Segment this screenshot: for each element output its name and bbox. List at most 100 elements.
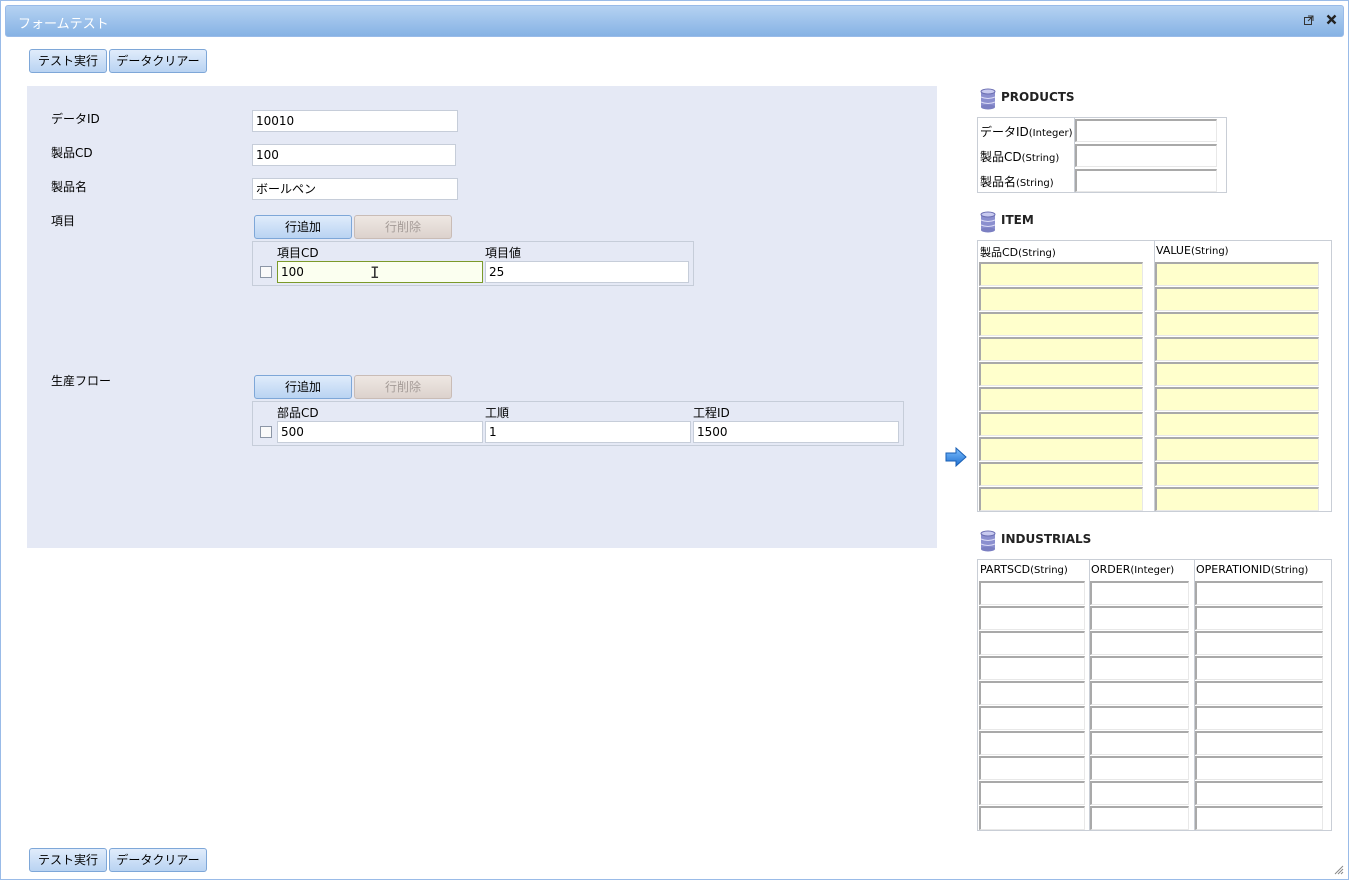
products-field-2-input[interactable] <box>1075 169 1217 192</box>
industrials-cell-r9-c2[interactable] <box>1195 806 1323 830</box>
popout-icon[interactable] <box>1304 12 1314 30</box>
items-col-value: 項目値 <box>485 246 522 260</box>
industrials-cell-r2-c0[interactable] <box>979 631 1085 655</box>
item-cell-r2-c0[interactable] <box>979 312 1143 336</box>
run-test-button[interactable]: テスト実行 <box>29 49 107 73</box>
industrials-cell-r0-c2[interactable] <box>1195 581 1323 605</box>
item-cell-r1-c0[interactable] <box>979 287 1143 311</box>
flow-label: 生産フロー <box>51 374 112 388</box>
industrials-cell-r3-c2[interactable] <box>1195 656 1323 680</box>
product-name-label: 製品名 <box>51 180 88 194</box>
products-field-1-input[interactable] <box>1075 144 1217 167</box>
industrials-cell-r8-c1[interactable] <box>1090 781 1189 805</box>
industrials-cell-r4-c2[interactable] <box>1195 681 1323 705</box>
industrials-cell-r7-c0[interactable] <box>979 756 1085 780</box>
arrow-right-icon <box>945 446 967 468</box>
industrials-cell-r6-c0[interactable] <box>979 731 1085 755</box>
run-test-button-bottom[interactable]: テスト実行 <box>29 848 107 872</box>
industrials-cell-r5-c0[interactable] <box>979 706 1085 730</box>
item-cell-r7-c0[interactable] <box>979 437 1143 461</box>
item-cell-r1-c1[interactable] <box>1155 287 1319 311</box>
industrials-cell-r7-c1[interactable] <box>1090 756 1189 780</box>
close-icon[interactable] <box>1326 12 1337 30</box>
industrials-cell-r1-c2[interactable] <box>1195 606 1323 630</box>
items-delete-row-button[interactable]: 行削除 <box>354 215 452 239</box>
data-id-field[interactable]: 10010 <box>252 110 458 132</box>
flow-row-checkbox[interactable] <box>260 426 272 438</box>
industrials-cell-r8-c0[interactable] <box>979 781 1085 805</box>
item-cell-r8-c1[interactable] <box>1155 462 1319 486</box>
item-cell-r5-c1[interactable] <box>1155 387 1319 411</box>
industrials-cell-r3-c0[interactable] <box>979 656 1085 680</box>
industrials-cell-r6-c2[interactable] <box>1195 731 1323 755</box>
product-name-field[interactable]: ボールペン <box>252 178 458 200</box>
data-id-label: データID <box>51 112 100 126</box>
industrials-cell-r3-c1[interactable] <box>1090 656 1189 680</box>
industrials-cell-r0-c1[interactable] <box>1090 581 1189 605</box>
item-cell-r2-c1[interactable] <box>1155 312 1319 336</box>
form-test-window: フォームテスト テスト実行 データクリアー データID 10010 製品CD 1… <box>0 0 1349 880</box>
clear-data-button[interactable]: データクリアー <box>109 49 207 73</box>
products-title: PRODUCTS <box>1001 90 1075 104</box>
industrials-cell-r1-c1[interactable] <box>1090 606 1189 630</box>
flow-add-row-button[interactable]: 行追加 <box>254 375 352 399</box>
item-cell-r6-c1[interactable] <box>1155 412 1319 436</box>
item-cell-r5-c0[interactable] <box>979 387 1143 411</box>
industrials-cell-r2-c2[interactable] <box>1195 631 1323 655</box>
industrials-cell-r9-c0[interactable] <box>979 806 1085 830</box>
database-icon <box>980 211 996 233</box>
item-col-0-header: 製品CD(String) <box>980 246 1056 259</box>
item-cell-r0-c0[interactable] <box>979 262 1143 286</box>
industrials-cell-r6-c1[interactable] <box>1090 731 1189 755</box>
form-panel: データID 10010 製品CD 100 製品名 ボールペン 項目 行追加 行削… <box>27 86 937 548</box>
industrials-col-2-header: OPERATIONID(String) <box>1196 563 1309 576</box>
industrials-cell-r9-c1[interactable] <box>1090 806 1189 830</box>
item-cell-r0-c1[interactable] <box>1155 262 1319 286</box>
product-cd-label: 製品CD <box>51 146 93 160</box>
industrials-cell-r0-c0[interactable] <box>979 581 1085 605</box>
item-cell-r4-c0[interactable] <box>979 362 1143 386</box>
item-col-1-header: VALUE(String) <box>1156 244 1229 257</box>
flow-col-operation: 工程ID <box>693 406 730 420</box>
clear-data-button-bottom[interactable]: データクリアー <box>109 848 207 872</box>
item-cell-r9-c1[interactable] <box>1155 487 1319 511</box>
item-cell-r9-c0[interactable] <box>979 487 1143 511</box>
flow-col-order: 工順 <box>485 406 510 420</box>
items-subgrid: 項目CD 項目値 100 25 <box>252 241 694 286</box>
industrials-cell-r5-c2[interactable] <box>1195 706 1323 730</box>
flow-row-parts-field[interactable]: 500 <box>277 421 483 443</box>
text-cursor-icon: I <box>370 263 380 282</box>
items-col-cd: 項目CD <box>277 246 319 260</box>
items-label: 項目 <box>51 214 76 228</box>
product-cd-field[interactable]: 100 <box>252 144 456 166</box>
items-row-cd-field[interactable]: 100 <box>277 261 483 283</box>
item-cell-r4-c1[interactable] <box>1155 362 1319 386</box>
industrials-cell-r4-c0[interactable] <box>979 681 1085 705</box>
industrials-table: PARTSCD(String) ORDER(Integer) OPERATION… <box>977 559 1332 831</box>
item-cell-r7-c1[interactable] <box>1155 437 1319 461</box>
industrials-cell-r2-c1[interactable] <box>1090 631 1189 655</box>
flow-row-order-field[interactable]: 1 <box>485 421 691 443</box>
products-field-1-label: 製品CD(String) <box>980 150 1060 164</box>
window-titlebar[interactable]: フォームテスト <box>5 5 1344 37</box>
industrials-cell-r5-c1[interactable] <box>1090 706 1189 730</box>
industrials-cell-r7-c2[interactable] <box>1195 756 1323 780</box>
flow-row-operation-field[interactable]: 1500 <box>693 421 899 443</box>
industrials-cell-r8-c2[interactable] <box>1195 781 1323 805</box>
items-add-row-button[interactable]: 行追加 <box>254 215 352 239</box>
resize-handle-icon[interactable] <box>1334 865 1344 875</box>
industrials-cell-r1-c0[interactable] <box>979 606 1085 630</box>
flow-delete-row-button[interactable]: 行削除 <box>354 375 452 399</box>
industrials-cell-r4-c1[interactable] <box>1090 681 1189 705</box>
window-title: フォームテスト <box>18 17 109 32</box>
item-cell-r6-c0[interactable] <box>979 412 1143 436</box>
products-field-2-label: 製品名(String) <box>980 175 1054 189</box>
item-cell-r3-c1[interactable] <box>1155 337 1319 361</box>
flow-subgrid: 部品CD 工順 工程ID 500 1 1500 <box>252 401 904 446</box>
products-field-0-input[interactable] <box>1075 119 1217 142</box>
item-cell-r3-c0[interactable] <box>979 337 1143 361</box>
item-title: ITEM <box>1001 213 1034 227</box>
items-row-value-field[interactable]: 25 <box>485 261 689 283</box>
item-cell-r8-c0[interactable] <box>979 462 1143 486</box>
items-row-checkbox[interactable] <box>260 266 272 278</box>
